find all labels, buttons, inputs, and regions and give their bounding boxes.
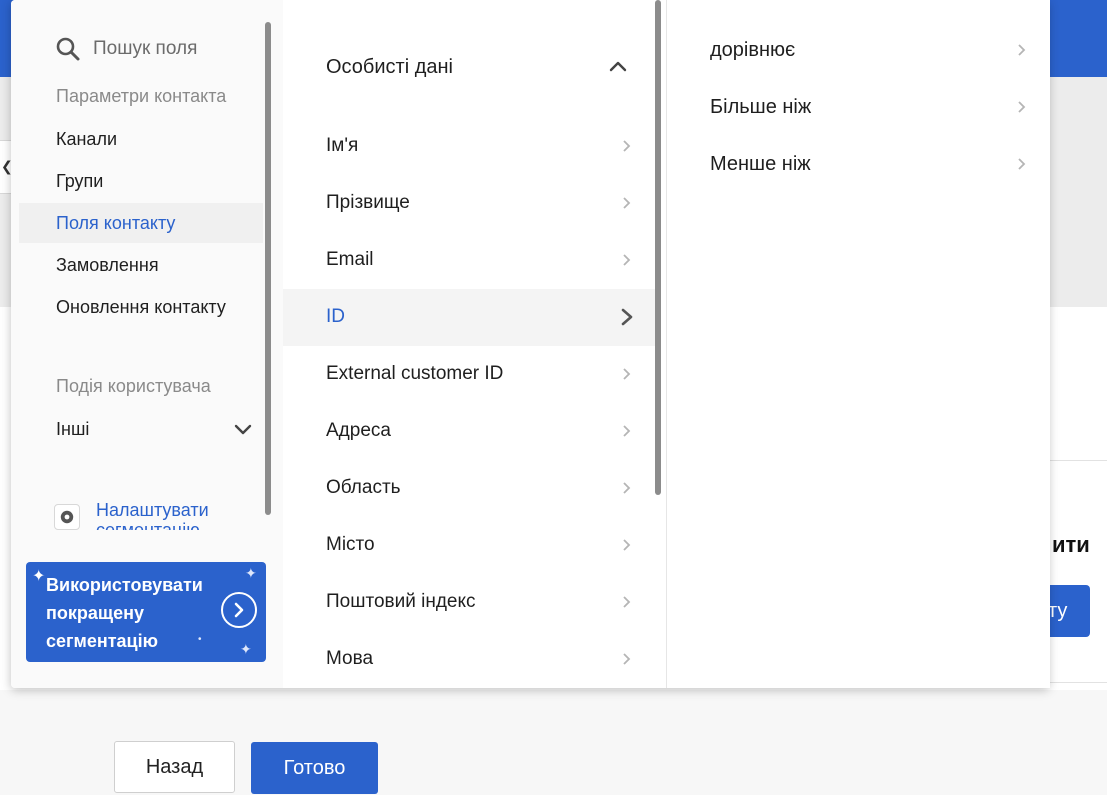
field-label: Мова (326, 648, 374, 669)
sparkle-icon: ✦ (32, 568, 46, 585)
chevron-right-icon (621, 652, 631, 671)
banner-text: Використовувати покращену сегментацію (46, 575, 203, 651)
field-item-region[interactable]: Область (283, 460, 655, 517)
chevron-right-icon (621, 424, 631, 443)
group-header[interactable]: Особисті дані (326, 56, 453, 79)
chevron-right-icon (1016, 43, 1026, 62)
field-item-id[interactable]: ID (283, 289, 655, 346)
chevron-right-icon (621, 367, 631, 386)
divider (1050, 460, 1107, 461)
field-label: Адреса (326, 420, 391, 441)
sparkle-icon: ✦ (240, 641, 252, 657)
operator-label: Більше ніж (710, 96, 812, 118)
operator-label: дорівнює (710, 39, 796, 61)
chevron-right-icon (621, 481, 631, 500)
field-label: Ім'я (326, 135, 359, 156)
back-button[interactable]: Назад (114, 741, 235, 793)
chevron-right-icon (621, 538, 631, 557)
field-item-address[interactable]: Адреса (283, 403, 655, 460)
field-column: Особисті дані Ім'я Прізвище Email ID Ext… (283, 0, 666, 688)
search-placeholder: Пошук поля (93, 38, 198, 59)
contact-params-title: Параметри контакта (56, 86, 227, 106)
chevron-right-icon (1016, 100, 1026, 119)
category-item-groups[interactable]: Групи (56, 171, 103, 192)
segmentation-settings-link[interactable]: Налаштувати сегментацію (54, 500, 254, 530)
chevron-right-icon (620, 307, 634, 332)
operator-item-equals[interactable]: дорівнює (710, 39, 1040, 79)
operator-item-less-than[interactable]: Менше ніж (710, 153, 1040, 193)
category-item-others[interactable]: Інші (56, 419, 89, 440)
field-label: Прізвище (326, 192, 410, 213)
gear-icon (54, 504, 80, 530)
field-item-last-name[interactable]: Прізвище (283, 175, 655, 232)
field-label: ID (326, 306, 345, 327)
category-item-orders[interactable]: Замовлення (56, 255, 159, 276)
field-item-email[interactable]: Email (283, 232, 655, 289)
field-item-language[interactable]: Мова (283, 631, 655, 688)
chevron-right-icon (621, 139, 631, 158)
done-button[interactable]: Готово (251, 742, 378, 794)
field-label: Область (326, 477, 401, 498)
category-column: Пошук поля Параметри контакта Канали Гру… (11, 0, 283, 688)
settings-label: Налаштувати сегментацію (96, 500, 209, 530)
chevron-down-icon[interactable] (232, 419, 254, 446)
category-item-channels[interactable]: Канали (56, 129, 117, 150)
category-item-contact-update[interactable]: Оновлення контакту (56, 297, 226, 318)
field-label: Місто (326, 534, 375, 555)
operator-label: Менше ніж (710, 153, 811, 175)
field-item-postal-code[interactable]: Поштовий індекс (283, 574, 655, 631)
operator-column: дорівнює Більше ніж Менше ніж (666, 0, 1050, 688)
field-label: Email (326, 249, 374, 270)
field-label: Поштовий індекс (326, 591, 476, 612)
field-label: External customer ID (326, 363, 504, 384)
category-item-contact-fields[interactable]: Поля контакту (56, 213, 175, 234)
enhanced-segmentation-banner[interactable]: ✦ ✦ ✦ • Використовувати покращену сегмен… (26, 562, 266, 662)
search-icon (55, 36, 81, 62)
scrollbar[interactable] (265, 22, 271, 515)
chevron-up-icon[interactable] (608, 58, 628, 79)
chevron-right-icon (621, 595, 631, 614)
field-item-first-name[interactable]: Ім'я (283, 118, 655, 175)
scrollbar[interactable] (655, 0, 661, 495)
field-item-city[interactable]: Місто (283, 517, 655, 574)
field-item-external-customer-id[interactable]: External customer ID (283, 346, 655, 403)
field-picker-popup: Пошук поля Параметри контакта Канали Гру… (11, 0, 1050, 688)
chevron-right-icon (621, 253, 631, 272)
background-heading: ити (1052, 532, 1090, 557)
sparkle-icon: ✦ (245, 565, 257, 581)
user-event-title: Подія користувача (56, 376, 211, 396)
chevron-right-icon (1016, 157, 1026, 176)
divider (1050, 682, 1107, 683)
chevron-right-icon (621, 196, 631, 215)
field-search[interactable]: Пошук поля (55, 36, 197, 62)
operator-item-greater-than[interactable]: Більше ніж (710, 96, 1040, 136)
arrow-right-icon[interactable] (221, 592, 257, 628)
